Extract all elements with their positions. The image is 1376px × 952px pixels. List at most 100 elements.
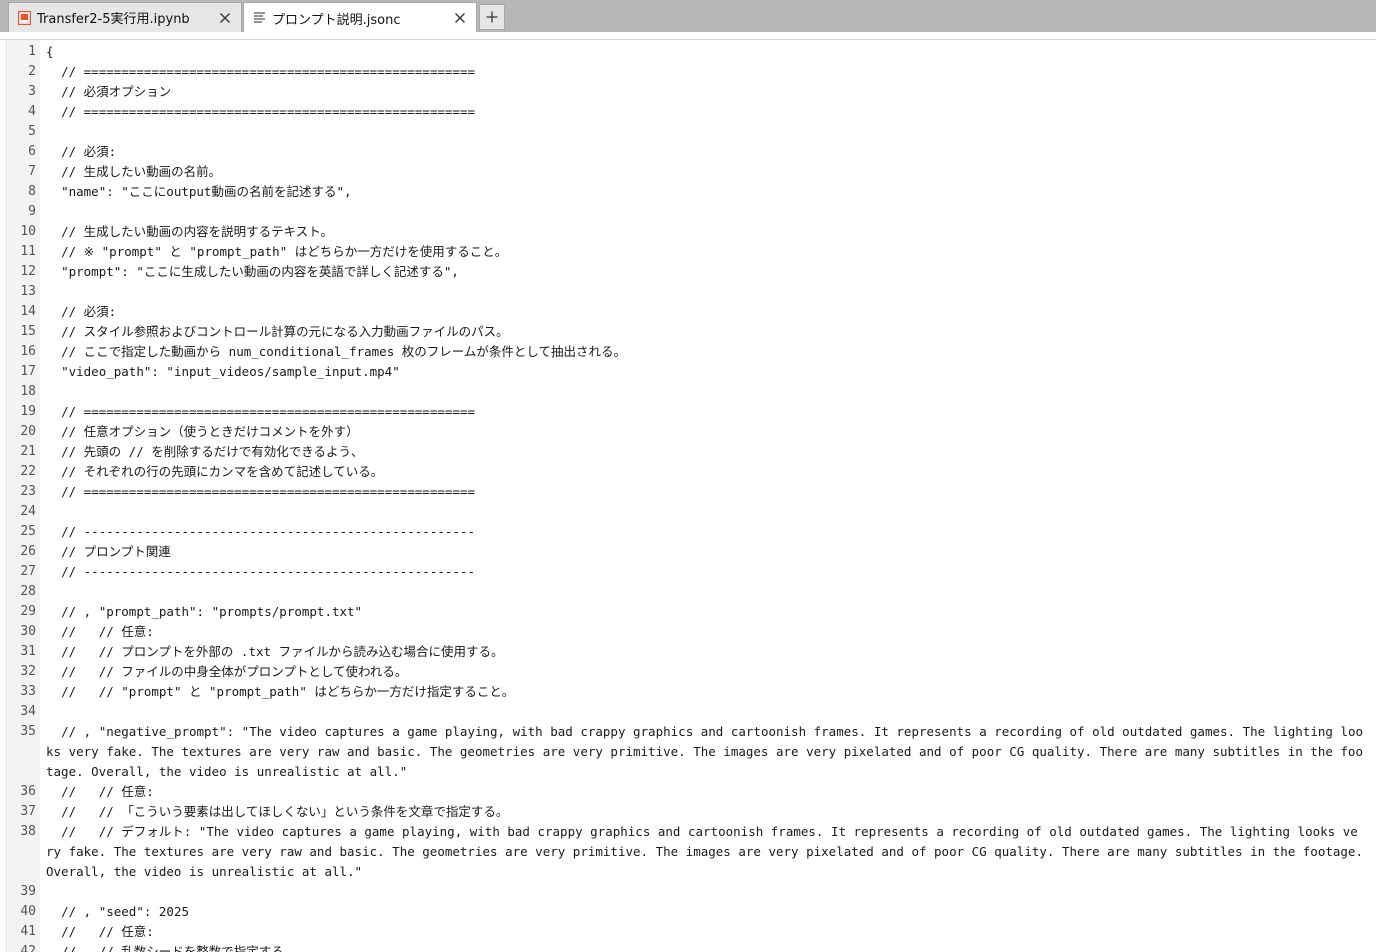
line-number: 19 (20, 404, 36, 419)
code-line[interactable]: 32 // // ファイルの中身全体がプロンプトとして使われる。 (0, 662, 1376, 682)
code-text[interactable]: // , "seed": 2025 (46, 902, 1364, 922)
line-number: 7 (28, 164, 36, 179)
code-text[interactable]: // // 乱数シードを整数で指定する。 (46, 942, 1364, 952)
code-editor[interactable]: 1{2 // =================================… (0, 40, 1376, 952)
code-text[interactable]: // ※ "prompt" と "prompt_path" はどちらか一方だけを… (46, 242, 1364, 262)
text-file-icon (252, 11, 266, 25)
code-text[interactable]: // 生成したい動画の内容を説明するテキスト。 (46, 222, 1364, 242)
code-line[interactable]: 29 // , "prompt_path": "prompts/prompt.t… (0, 602, 1376, 622)
code-line[interactable]: 3 // 必須オプション (0, 82, 1376, 102)
code-line[interactable]: 38 // // デフォルト: "The video captures a ga… (0, 822, 1376, 882)
line-number: 3 (28, 84, 36, 99)
line-number: 41 (20, 924, 36, 939)
line-number: 35 (20, 724, 36, 739)
code-line[interactable]: 17 "video_path": "input_videos/sample_in… (0, 362, 1376, 382)
line-number: 25 (20, 524, 36, 539)
code-line[interactable]: 36 // // 任意: (0, 782, 1376, 802)
code-line[interactable]: 11 // ※ "prompt" と "prompt_path" はどちらか一方… (0, 242, 1376, 262)
line-number: 5 (28, 124, 36, 139)
code-text[interactable]: // 必須オプション (46, 82, 1364, 102)
code-line[interactable]: 4 // ===================================… (0, 102, 1376, 122)
code-line[interactable]: 41 // // 任意: (0, 922, 1376, 942)
code-text[interactable]: // // ファイルの中身全体がプロンプトとして使われる。 (46, 662, 1364, 682)
code-text[interactable]: "name": "ここにoutput動画の名前を記述する", (46, 182, 1364, 202)
code-text[interactable]: // 必須: (46, 302, 1364, 322)
tab-bar: Transfer2-5実行用.ipynb プロンプト説明.jsonc (0, 0, 1376, 33)
code-text[interactable]: // ここで指定した動画から num_conditional_frames 枚の… (46, 342, 1364, 362)
code-line[interactable]: 21 // 先頭の // を削除するだけで有効化できるよう、 (0, 442, 1376, 462)
code-text[interactable]: // =====================================… (46, 102, 1364, 122)
line-number: 6 (28, 144, 36, 159)
line-number: 34 (20, 704, 36, 719)
code-line[interactable]: 15 // スタイル参照およびコントロール計算の元になる入力動画ファイルのパス。 (0, 322, 1376, 342)
code-text[interactable]: // =====================================… (46, 482, 1364, 502)
line-number: 37 (20, 804, 36, 819)
code-text[interactable]: // // デフォルト: "The video captures a game … (46, 822, 1364, 882)
code-line[interactable]: 24 (0, 502, 1376, 522)
code-line[interactable]: 26 // プロンプト関連 (0, 542, 1376, 562)
code-text[interactable]: // , "prompt_path": "prompts/prompt.txt" (46, 602, 1364, 622)
code-line[interactable]: 2 // ===================================… (0, 62, 1376, 82)
code-text[interactable]: // // 任意: (46, 622, 1364, 642)
code-line[interactable]: 33 // // "prompt" と "prompt_path" はどちらか一… (0, 682, 1376, 702)
code-line[interactable]: 10 // 生成したい動画の内容を説明するテキスト。 (0, 222, 1376, 242)
add-tab-button[interactable] (479, 4, 505, 30)
code-line[interactable]: 16 // ここで指定した動画から num_conditional_frames… (0, 342, 1376, 362)
code-text[interactable]: // -------------------------------------… (46, 522, 1364, 542)
line-number: 14 (20, 304, 36, 319)
code-text[interactable]: // 必須: (46, 142, 1364, 162)
code-line[interactable]: 13 (0, 282, 1376, 302)
code-text[interactable]: // // "prompt" と "prompt_path" はどちらか一方だけ… (46, 682, 1364, 702)
code-line[interactable]: 31 // // プロンプトを外部の .txt ファイルから読み込む場合に使用す… (0, 642, 1376, 662)
code-line[interactable]: 14 // 必須: (0, 302, 1376, 322)
code-line[interactable]: 19 // ==================================… (0, 402, 1376, 422)
line-number: 24 (20, 504, 36, 519)
code-line[interactable]: 34 (0, 702, 1376, 722)
code-line[interactable]: 20 // 任意オプション（使うときだけコメントを外す） (0, 422, 1376, 442)
code-line[interactable]: 7 // 生成したい動画の名前。 (0, 162, 1376, 182)
code-text[interactable]: // 任意オプション（使うときだけコメントを外す） (46, 422, 1364, 442)
code-text[interactable]: // // 任意: (46, 922, 1364, 942)
code-line[interactable]: 35 // , "negative_prompt": "The video ca… (0, 722, 1376, 782)
code-line[interactable]: 1{ (0, 42, 1376, 62)
code-line[interactable]: 23 // ==================================… (0, 482, 1376, 502)
tab-notebook[interactable]: Transfer2-5実行用.ipynb (8, 2, 242, 32)
plus-icon (486, 11, 498, 23)
code-text[interactable]: // 生成したい動画の名前。 (46, 162, 1364, 182)
code-text[interactable]: // 先頭の // を削除するだけで有効化できるよう、 (46, 442, 1364, 462)
code-line[interactable]: 22 // それぞれの行の先頭にカンマを含めて記述している。 (0, 462, 1376, 482)
code-text[interactable]: "prompt": "ここに生成したい動画の内容を英語で詳しく記述する", (46, 262, 1364, 282)
tab-jsonc[interactable]: プロンプト説明.jsonc (243, 2, 477, 33)
code-line[interactable]: 5 (0, 122, 1376, 142)
code-text[interactable]: // =====================================… (46, 402, 1364, 422)
code-text[interactable]: // // 任意: (46, 782, 1364, 802)
code-line[interactable]: 30 // // 任意: (0, 622, 1376, 642)
code-text[interactable]: // -------------------------------------… (46, 562, 1364, 582)
code-line[interactable]: 8 "name": "ここにoutput動画の名前を記述する", (0, 182, 1376, 202)
code-text[interactable]: // プロンプト関連 (46, 542, 1364, 562)
code-text[interactable]: // スタイル参照およびコントロール計算の元になる入力動画ファイルのパス。 (46, 322, 1364, 342)
close-icon[interactable] (450, 8, 470, 28)
code-line[interactable]: 18 (0, 382, 1376, 402)
code-line[interactable]: 39 (0, 882, 1376, 902)
code-text[interactable]: { (46, 42, 1364, 62)
code-text[interactable]: // それぞれの行の先頭にカンマを含めて記述している。 (46, 462, 1364, 482)
code-text[interactable]: // =====================================… (46, 62, 1364, 82)
code-line[interactable]: 37 // // 「こういう要素は出してほしくない」という条件を文章で指定する。 (0, 802, 1376, 822)
code-line[interactable]: 28 (0, 582, 1376, 602)
close-icon[interactable] (215, 8, 235, 28)
code-line[interactable]: 12 "prompt": "ここに生成したい動画の内容を英語で詳しく記述する", (0, 262, 1376, 282)
line-number: 28 (20, 584, 36, 599)
code-text[interactable]: // , "negative_prompt": "The video captu… (46, 722, 1364, 782)
code-line[interactable]: 42 // // 乱数シードを整数で指定する。 (0, 942, 1376, 952)
code-line[interactable]: 27 // ----------------------------------… (0, 562, 1376, 582)
code-line[interactable]: 25 // ----------------------------------… (0, 522, 1376, 542)
code-text[interactable]: // // 「こういう要素は出してほしくない」という条件を文章で指定する。 (46, 802, 1364, 822)
code-text[interactable]: "video_path": "input_videos/sample_input… (46, 362, 1364, 382)
code-text[interactable]: // // プロンプトを外部の .txt ファイルから読み込む場合に使用する。 (46, 642, 1364, 662)
code-line[interactable]: 9 (0, 202, 1376, 222)
line-number: 39 (20, 884, 36, 899)
code-line[interactable]: 40 // , "seed": 2025 (0, 902, 1376, 922)
code-line[interactable]: 6 // 必須: (0, 142, 1376, 162)
code-lines[interactable]: 1{2 // =================================… (0, 42, 1376, 952)
